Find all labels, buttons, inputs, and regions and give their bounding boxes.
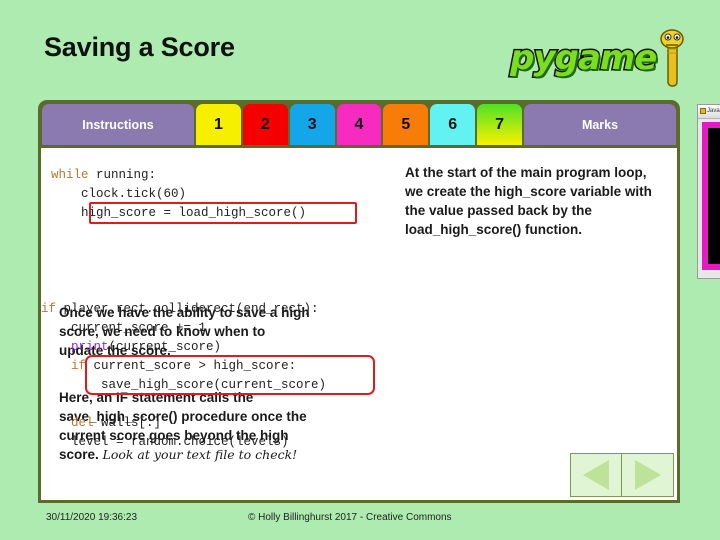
tab-marks[interactable]: Marks [524,104,677,145]
tab-label: 1 [213,115,223,133]
tab-1[interactable]: 1 [196,104,241,145]
code-line: level = random.choice(levels) [41,433,326,452]
code-keyword: while [51,168,89,182]
tab-label: 4 [354,115,364,133]
tab-label: 3 [307,115,317,133]
slide-footer: 30/11/2020 19:36:23 © Holly Billinghurst… [0,512,720,532]
tab-label: 2 [260,115,270,133]
code-line: if player.rect.colliderect(end_rect): [41,300,326,319]
code-keyword: del [71,416,94,430]
pygame-logo: pygame [508,26,688,92]
code-text: current_score += 1 [41,321,207,335]
code-line: print(current_score) [41,338,326,357]
tab-6[interactable]: 6 [430,104,476,145]
code-line: current_score += 1 [41,319,326,338]
footer-copyright: © Holly Billinghurst 2017 - Creative Com… [248,512,452,523]
tab-3[interactable]: 3 [289,104,335,145]
explanation-text-top: At the start of the main program loop, w… [405,165,652,237]
code-line: save_high_score(current_score) [41,376,326,395]
tab-instructions[interactable]: Instructions [42,104,194,145]
game-window-titlebar[interactable]: Java In... [698,105,720,119]
arrow-left-icon [583,460,609,490]
slide-navigation[interactable] [570,453,674,497]
page-title: Saving a Score [44,32,235,62]
tab-label: 5 [401,115,411,133]
code-line: clock.tick(60) [51,185,306,204]
code-function: print [71,340,109,354]
tab-5[interactable]: 5 [383,104,429,145]
code-text: walls[:] [93,416,162,430]
previous-slide-button[interactable] [571,454,622,496]
code-text: player.rect.colliderect(end_rect): [56,302,319,316]
game-window-canvas [702,122,720,270]
code-text: save_high_score(current_score) [41,378,327,392]
game-window-canvas-inner [708,128,720,264]
tab-bar[interactable]: Instructions 1 2 3 4 5 6 7 Marks [38,100,680,145]
code-text: clock.tick(60) [51,187,187,201]
slide-content-panel: while running: clock.tick(60) high_score… [38,145,680,503]
code-text: level = random.choice(levels) [41,435,289,449]
tab-7[interactable]: 7 [477,104,523,145]
tab-label: 6 [448,115,458,133]
tab-label: Marks [581,117,619,132]
code-text: high_score = load_high_score() [51,206,307,220]
tab-label: Instructions [82,117,154,132]
code-line: if current_score > high_score: [41,357,326,376]
code-text: running: [88,168,157,182]
pygame-logo-wordmark: pygame [508,37,658,80]
code-text: (current_score) [108,340,222,354]
arrow-right-icon [634,460,661,490]
next-slide-button[interactable] [622,454,673,496]
background-game-window[interactable]: Java In... [697,104,720,279]
tab-label: 7 [495,115,505,133]
pygame-snake-mascot-icon [660,29,684,87]
tab-4[interactable]: 4 [336,104,382,145]
code-block-collision-check: if player.rect.colliderect(end_rect): cu… [41,300,326,452]
code-keyword: if [71,359,87,373]
footer-timestamp: 30/11/2020 19:36:23 [46,512,138,523]
code-block-main-loop: while running: clock.tick(60) high_score… [51,166,306,223]
code-line: while running: [51,166,306,185]
code-text: current_score > high_score: [86,359,297,373]
tab-2[interactable]: 2 [242,104,288,145]
code-line: del walls[:] [41,414,326,433]
code-line: high_score = load_high_score() [51,204,306,223]
code-keyword: if [41,302,57,316]
